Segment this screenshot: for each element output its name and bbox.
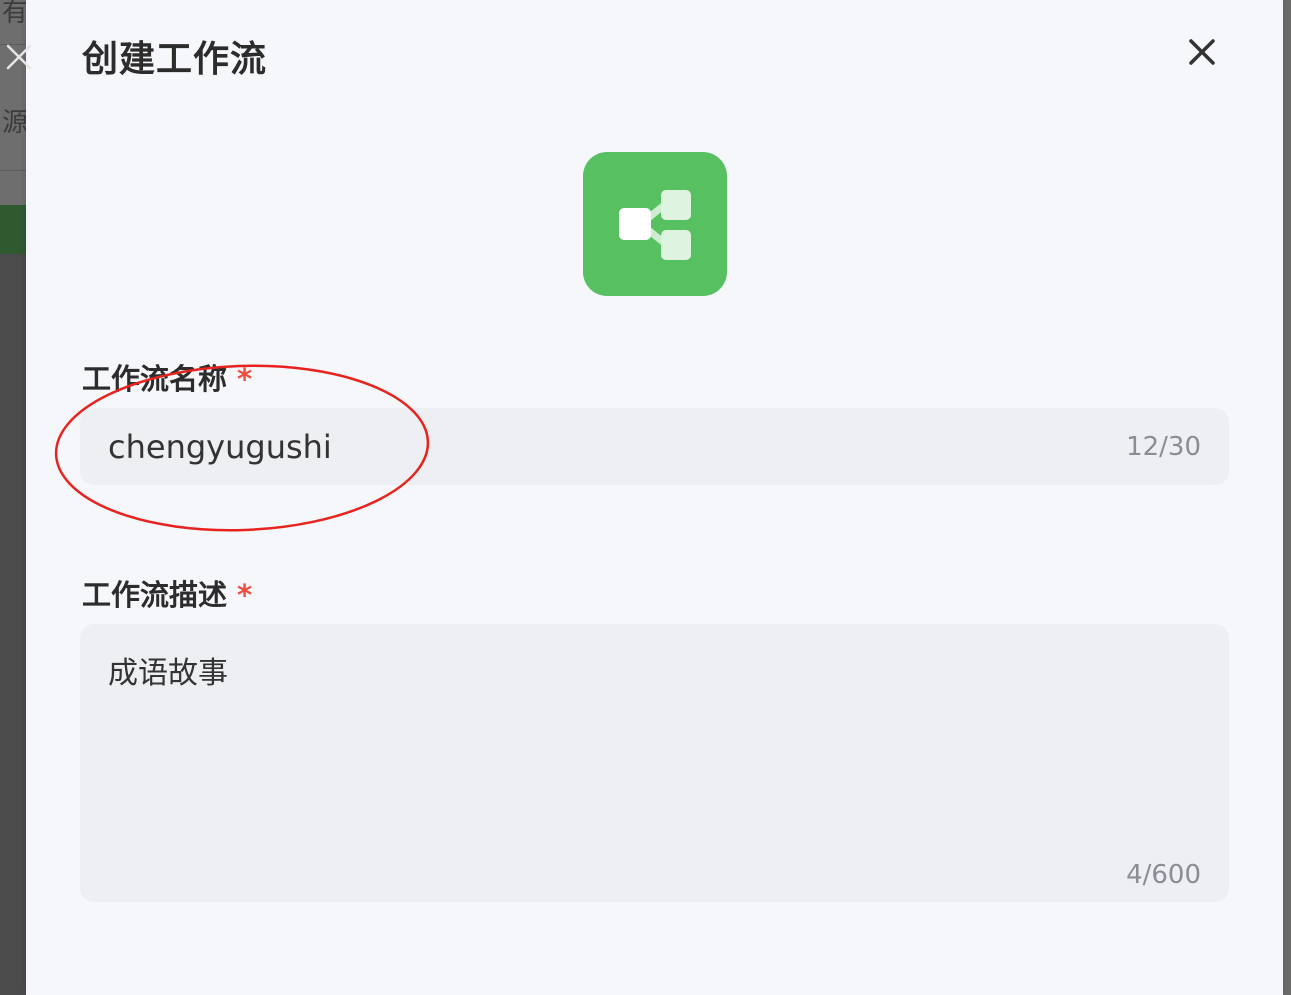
- workflow-icon: [583, 152, 727, 296]
- required-marker: *: [237, 578, 253, 612]
- background-app-right: [1283, 0, 1291, 995]
- workflow-description-label-text: 工作流描述: [82, 578, 228, 612]
- modal-close-button[interactable]: [1184, 34, 1220, 70]
- workflow-name-input[interactable]: chengyugushi 12/30: [80, 408, 1229, 485]
- workflow-description-counter: 4/600: [1126, 860, 1201, 890]
- workflow-description-textarea[interactable]: 成语故事 4/600: [80, 624, 1229, 902]
- workflow-icon-graphic: [619, 190, 691, 260]
- background-text: 有: [2, 0, 29, 28]
- workflow-description-value[interactable]: 成语故事: [108, 656, 228, 691]
- workflow-description-label: 工作流描述 *: [82, 572, 252, 614]
- create-workflow-modal: 创建工作流 工作流名称 * chengyugushi 12/30 工作流描述 * 成…: [26, 0, 1283, 995]
- close-icon: [6, 44, 32, 70]
- required-marker: *: [237, 362, 253, 396]
- close-icon: [1189, 39, 1215, 65]
- modal-title: 创建工作流: [82, 39, 268, 80]
- side-panel-close-button[interactable]: [2, 40, 36, 74]
- workflow-name-label: 工作流名称 *: [82, 356, 252, 398]
- workflow-name-label-text: 工作流名称: [82, 362, 228, 396]
- background-text: 源: [2, 108, 29, 138]
- workflow-name-counter: 12/30: [1126, 431, 1201, 462]
- workflow-name-value[interactable]: chengyugushi: [108, 428, 332, 466]
